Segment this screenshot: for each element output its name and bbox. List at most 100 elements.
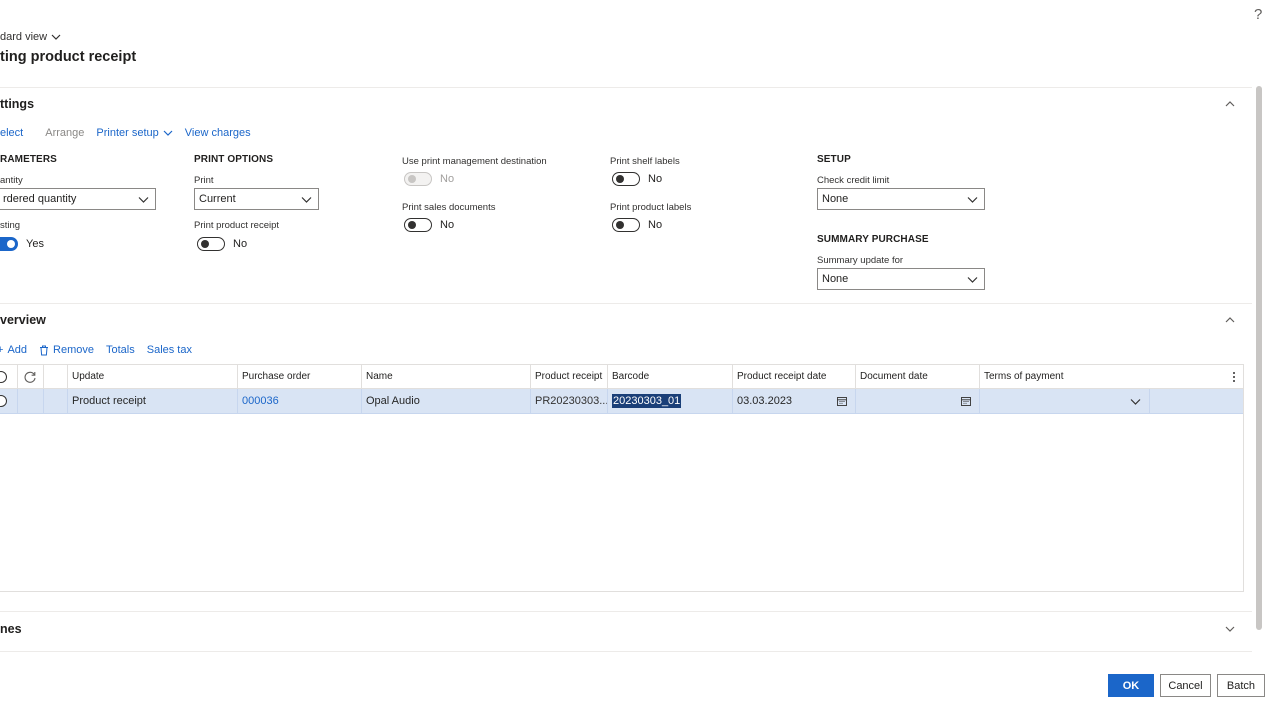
- arrange-button[interactable]: Arrange: [45, 127, 84, 139]
- column-options-cell[interactable]: [1228, 365, 1243, 388]
- refresh-icon[interactable]: [23, 370, 37, 384]
- setup-group-title: SETUP: [817, 154, 851, 165]
- toggle-track: [404, 218, 432, 232]
- print-shelf-labels-label: Print shelf labels: [610, 156, 680, 167]
- print-sales-docs-toggle[interactable]: No: [404, 218, 454, 232]
- col-header-barcode[interactable]: Barcode: [608, 365, 733, 388]
- more-vertical-icon[interactable]: [1232, 371, 1236, 383]
- summary-update-select[interactable]: None: [817, 268, 985, 290]
- printer-setup-label: Printer setup: [96, 127, 159, 139]
- table-row[interactable]: Product receipt 000036 Opal Audio PR2023…: [0, 389, 1243, 414]
- refresh-cell[interactable]: [18, 365, 44, 388]
- col-header-document-date[interactable]: Document date: [856, 365, 980, 388]
- cell-terms-select[interactable]: [980, 389, 1150, 413]
- chevron-down-icon[interactable]: [1130, 396, 1141, 407]
- print-shelf-labels-value: No: [648, 173, 663, 185]
- toggle-track: [404, 172, 432, 186]
- trash-icon: [40, 345, 49, 355]
- select-button-label: elect: [0, 127, 24, 139]
- totals-button[interactable]: Totals: [106, 344, 135, 356]
- settings-toolbar: elect Arrange Printer setup View charges: [0, 127, 251, 139]
- calendar-icon[interactable]: [961, 396, 971, 406]
- totals-button-label: Totals: [105, 344, 135, 356]
- row-select-radio[interactable]: [0, 395, 7, 407]
- overview-toolbar: + Add Remove Totals Sales tax: [0, 344, 192, 356]
- print-options-group-title: PRINT OPTIONS: [194, 154, 274, 165]
- remove-button[interactable]: Remove: [39, 344, 94, 356]
- batch-button[interactable]: Batch: [1217, 674, 1265, 697]
- indicator-col-header: [44, 365, 68, 388]
- chevron-down-icon: [301, 196, 312, 203]
- settings-section-title[interactable]: ttings: [0, 97, 34, 111]
- col-header-name[interactable]: Name: [362, 365, 531, 388]
- cell-barcode-input[interactable]: 20230303_01: [608, 389, 733, 413]
- view-charges-button[interactable]: View charges: [185, 127, 251, 139]
- receipt-date-value: 03.03.2023: [737, 395, 793, 407]
- vertical-scrollbar[interactable]: [1256, 86, 1262, 630]
- print-sales-docs-value: No: [440, 219, 455, 231]
- cell-purchase-order-link[interactable]: 000036: [238, 389, 362, 413]
- toggle-track: [0, 237, 18, 251]
- cell-product-receipt[interactable]: PR20230303...: [531, 389, 608, 413]
- chevron-up-icon[interactable]: [1224, 98, 1236, 110]
- summary-update-label: Summary update for: [817, 255, 904, 266]
- col-header-receipt-date[interactable]: Product receipt date: [733, 365, 856, 388]
- add-button-label: Add: [7, 344, 28, 356]
- lines-section-title[interactable]: nes: [0, 622, 22, 636]
- calendar-icon[interactable]: [837, 396, 847, 406]
- chevron-up-icon[interactable]: [1224, 314, 1236, 326]
- posting-toggle[interactable]: Yes: [0, 237, 44, 251]
- sales-tax-button[interactable]: Sales tax: [147, 344, 192, 356]
- check-credit-limit-select[interactable]: None: [817, 188, 985, 210]
- summary-purchase-group-title: SUMMARY PURCHASE: [817, 234, 929, 245]
- toggle-track: [612, 218, 640, 232]
- chevron-down-icon: [51, 34, 61, 40]
- ok-button[interactable]: OK: [1108, 674, 1154, 697]
- col-header-product-receipt[interactable]: Product receipt: [531, 365, 608, 388]
- chevron-down-icon[interactable]: [1224, 623, 1236, 635]
- cancel-button[interactable]: Cancel: [1160, 674, 1211, 697]
- printer-setup-button[interactable]: Printer setup: [96, 127, 173, 139]
- view-selector-label: dard view: [0, 31, 48, 43]
- check-credit-limit-value: None: [822, 193, 849, 205]
- help-icon[interactable]: ?: [1254, 6, 1262, 23]
- use-print-mgmt-toggle[interactable]: No: [404, 172, 454, 186]
- select-all-radio[interactable]: [0, 370, 7, 383]
- print-sales-docs-label: Print sales documents: [402, 202, 496, 213]
- col-header-terms[interactable]: Terms of payment: [980, 365, 1228, 388]
- toggle-track: [612, 172, 640, 186]
- print-product-receipt-toggle[interactable]: No: [197, 237, 247, 251]
- print-product-labels-toggle[interactable]: No: [612, 218, 662, 232]
- check-credit-limit-label: Check credit limit: [817, 175, 890, 186]
- quantity-select[interactable]: rdered quantity: [0, 188, 156, 210]
- quantity-value: rdered quantity: [3, 193, 77, 205]
- row-blank-cell: [18, 389, 44, 413]
- add-button[interactable]: + Add: [0, 344, 27, 356]
- col-header-update[interactable]: Update: [68, 365, 238, 388]
- cell-document-date-input[interactable]: [856, 389, 980, 413]
- section-divider: [0, 303, 1252, 304]
- overview-grid: Update Purchase order Name Product recei…: [0, 364, 1244, 592]
- select-all-cell[interactable]: [0, 365, 18, 388]
- cell-receipt-date-input[interactable]: 03.03.2023: [733, 389, 856, 413]
- view-selector[interactable]: dard view: [0, 31, 61, 43]
- barcode-selected-text: 20230303_01: [612, 394, 682, 408]
- print-label: Print: [194, 175, 214, 186]
- col-header-purchase-order[interactable]: Purchase order: [238, 365, 362, 388]
- print-product-receipt-value: No: [233, 238, 248, 250]
- section-divider: [0, 611, 1252, 612]
- posting-label: sting: [0, 220, 21, 231]
- chevron-down-icon: [138, 196, 149, 203]
- overview-section-title[interactable]: verview: [0, 313, 46, 327]
- print-select[interactable]: Current: [194, 188, 319, 210]
- remove-button-label: Remove: [53, 344, 94, 356]
- cell-name[interactable]: Opal Audio: [362, 389, 531, 413]
- section-divider: [0, 87, 1252, 88]
- print-shelf-labels-toggle[interactable]: No: [612, 172, 662, 186]
- cell-update[interactable]: Product receipt: [68, 389, 238, 413]
- use-print-mgmt-value: No: [440, 173, 455, 185]
- select-button[interactable]: elect: [0, 127, 23, 139]
- arrange-button-label: Arrange: [45, 127, 85, 139]
- print-value: Current: [199, 193, 236, 205]
- row-select-cell[interactable]: [0, 389, 18, 413]
